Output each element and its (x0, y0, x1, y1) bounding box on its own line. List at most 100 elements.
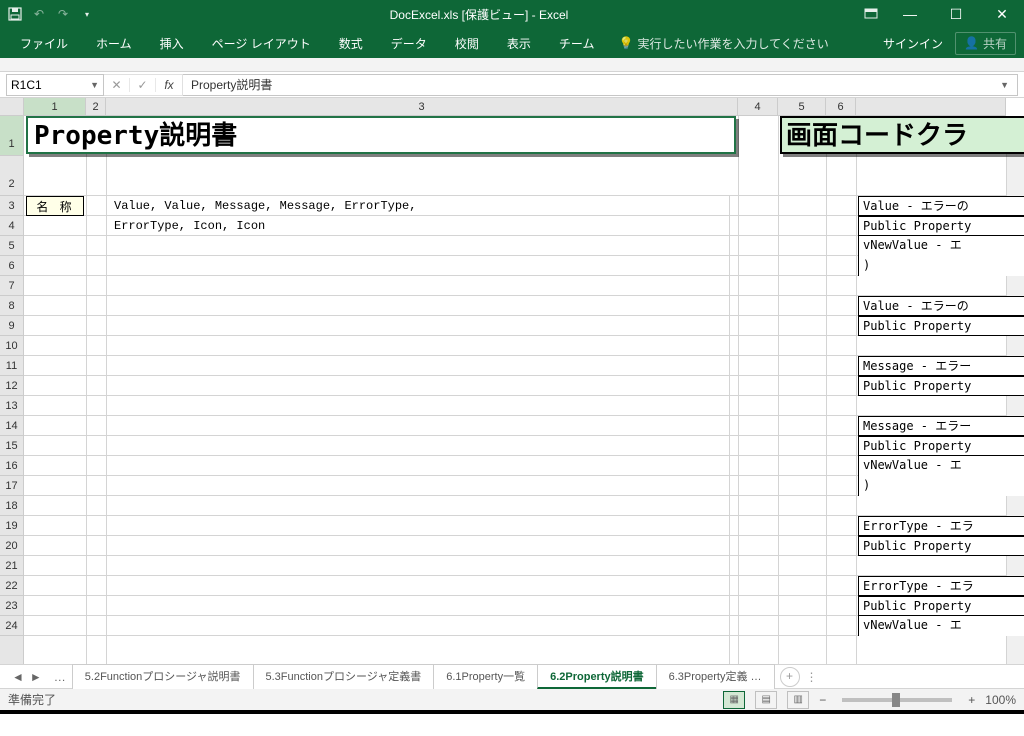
name-box[interactable]: R1C1 ▼ (6, 74, 104, 96)
sheet-tab[interactable]: 6.3Property定義 … (656, 664, 775, 689)
right-panel-cell[interactable]: Public Property (858, 376, 1024, 396)
tab-insert[interactable]: 挿入 (148, 31, 196, 56)
right-panel-cell[interactable]: Public Property (858, 216, 1024, 236)
view-pagelayout-button[interactable]: ▤ (755, 691, 777, 709)
sheet-tab[interactable]: 5.3Functionプロシージャ定義書 (253, 664, 435, 689)
col-header[interactable]: 4 (738, 98, 778, 115)
row-header[interactable]: 20 (0, 536, 23, 556)
zoom-in-button[interactable]: + (968, 693, 975, 707)
minimize-button[interactable]: ― (896, 6, 924, 22)
row-header[interactable]: 16 (0, 456, 23, 476)
right-panel-cell[interactable]: vNewValue - エ (858, 236, 1024, 256)
row-header[interactable]: 22 (0, 576, 23, 596)
row-header[interactable]: 5 (0, 236, 23, 256)
cancel-formula-button[interactable]: ✕ (104, 78, 130, 92)
sheet-nav-more[interactable]: … (48, 670, 72, 684)
right-panel-cell[interactable]: Public Property (858, 536, 1024, 556)
row-header[interactable]: 11 (0, 356, 23, 376)
tab-team[interactable]: チーム (547, 31, 607, 56)
tab-formula[interactable]: 数式 (327, 31, 375, 56)
row-headers[interactable]: 123456789101112131415161718192021222324 (0, 116, 24, 664)
row-header[interactable]: 24 (0, 616, 23, 636)
sheet-more-icon[interactable]: ⋮ (806, 670, 818, 684)
right-panel-cell[interactable]: Public Property (858, 596, 1024, 616)
cell-c4[interactable]: ErrorType, Icon, Icon (110, 216, 730, 664)
right-panel-cell[interactable]: Value - エラーの (858, 196, 1024, 216)
right-panel-cell[interactable]: Message - エラー (858, 356, 1024, 376)
row-header[interactable]: 3 (0, 196, 23, 216)
view-normal-button[interactable]: ▦ (723, 691, 745, 709)
right-panel-cell[interactable]: ErrorType - エラ (858, 516, 1024, 536)
row-header[interactable]: 7 (0, 276, 23, 296)
right-panel-cell[interactable]: Message - エラー (858, 416, 1024, 436)
row-header[interactable]: 9 (0, 316, 23, 336)
zoom-level[interactable]: 100% (985, 693, 1016, 707)
right-panel-cell[interactable]: Public Property (858, 436, 1024, 456)
row-header[interactable]: 23 (0, 596, 23, 616)
row-header[interactable]: 21 (0, 556, 23, 576)
close-button[interactable]: ✕ (988, 6, 1016, 23)
tab-view[interactable]: 表示 (495, 31, 543, 56)
row-header[interactable]: 18 (0, 496, 23, 516)
undo-icon[interactable]: ↶ (32, 7, 46, 21)
right-panel-cell[interactable]: ErrorType - エラ (858, 576, 1024, 596)
right-panel-cell[interactable]: Public Property (858, 316, 1024, 336)
row-header[interactable]: 6 (0, 256, 23, 276)
share-button[interactable]: 👤 共有 (955, 32, 1016, 55)
zoom-out-button[interactable]: − (819, 693, 826, 707)
accept-formula-button[interactable]: ✓ (130, 78, 156, 92)
redo-icon[interactable]: ↷ (56, 7, 70, 21)
chevron-down-icon[interactable]: ▼ (90, 80, 99, 90)
row-header[interactable]: 12 (0, 376, 23, 396)
col-header[interactable]: 5 (778, 98, 826, 115)
right-panel-cell[interactable]: ) (858, 256, 1024, 276)
signin-link[interactable]: サインイン (883, 35, 943, 52)
view-pagebreak-button[interactable]: ▥ (787, 691, 809, 709)
tell-me[interactable]: 💡 実行したい作業を入力してください (618, 35, 828, 52)
right-panel-cell[interactable]: vNewValue - エ (858, 616, 1024, 636)
sheet-nav-prev-icon[interactable]: ◄ (12, 670, 24, 684)
ribbon-display-icon[interactable] (864, 7, 878, 21)
tab-home[interactable]: ホーム (84, 31, 144, 56)
column-headers[interactable]: 123456 (24, 98, 1006, 116)
tab-file[interactable]: ファイル (8, 31, 80, 56)
tab-data[interactable]: データ (379, 31, 439, 56)
cells-area[interactable]: Property説明書 画面コードクラ 名 称 Value, Value, Me… (24, 116, 1006, 664)
select-all-corner[interactable] (0, 98, 24, 116)
row-header[interactable]: 17 (0, 476, 23, 496)
row-header[interactable]: 15 (0, 436, 23, 456)
save-icon[interactable] (8, 7, 22, 21)
maximize-button[interactable]: ☐ (942, 6, 970, 23)
formula-input[interactable]: Property説明書 ▼ (183, 74, 1018, 96)
col-header[interactable]: 6 (826, 98, 856, 115)
row-header[interactable]: 14 (0, 416, 23, 436)
label-cell[interactable]: 名 称 (26, 196, 84, 216)
row-header[interactable]: 19 (0, 516, 23, 536)
right-panel-cell[interactable]: vNewValue - エ (858, 456, 1024, 476)
right-panel-cell[interactable]: Value - エラーの (858, 296, 1024, 316)
row-header[interactable]: 4 (0, 216, 23, 236)
worksheet-grid[interactable]: 123456 123456789101112131415161718192021… (0, 98, 1024, 664)
chevron-down-icon[interactable]: ▼ (1000, 80, 1009, 90)
tab-review[interactable]: 校閲 (443, 31, 491, 56)
cell-right-title[interactable]: 画面コードクラ (780, 116, 1024, 154)
sheet-tab[interactable]: 6.2Property説明書 (537, 664, 657, 689)
zoom-slider[interactable] (842, 698, 952, 702)
ribbon-collapsed[interactable] (0, 58, 1024, 72)
col-header[interactable]: 3 (106, 98, 738, 115)
sheet-nav-next-icon[interactable]: ► (30, 670, 42, 684)
qat-dropdown-icon[interactable]: ▾ (80, 7, 94, 21)
add-sheet-button[interactable]: + (780, 667, 800, 687)
sheet-tab[interactable]: 5.2Functionプロシージャ説明書 (72, 664, 254, 689)
col-header[interactable]: 1 (24, 98, 86, 115)
row-header[interactable]: 10 (0, 336, 23, 356)
right-panel-cell[interactable]: ) (858, 476, 1024, 496)
row-header[interactable]: 8 (0, 296, 23, 316)
col-header[interactable]: 2 (86, 98, 106, 115)
fx-button[interactable]: fx (156, 78, 182, 92)
row-header[interactable]: 2 (0, 156, 23, 196)
cell-a1-title[interactable]: Property説明書 (26, 116, 736, 154)
row-header[interactable]: 1 (0, 116, 23, 156)
row-header[interactable]: 13 (0, 396, 23, 416)
sheet-tab[interactable]: 6.1Property一覧 (433, 664, 538, 689)
